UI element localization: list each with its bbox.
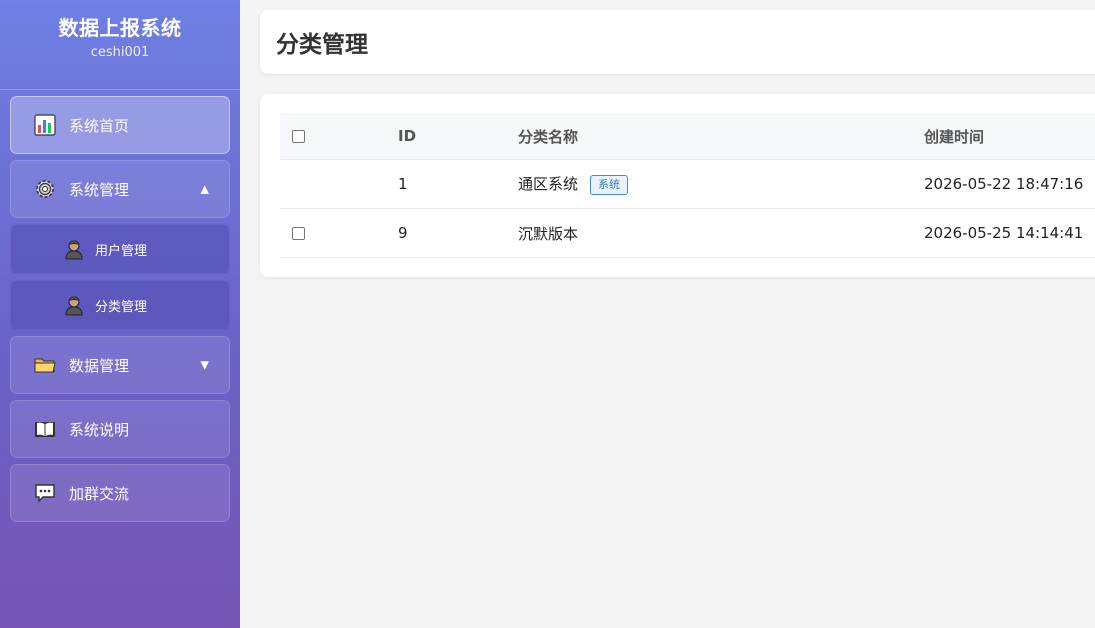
row-name: 通区系统: [518, 175, 579, 194]
user-icon: [63, 294, 85, 316]
sidebar-item-label: 系统首页: [69, 116, 130, 135]
brand: 数据上报系统 ceshi001: [0, 0, 240, 90]
system-tag-badge: 系统: [590, 174, 629, 195]
row-id: 9: [398, 208, 518, 258]
row-checkbox[interactable]: [292, 227, 305, 240]
row-id: 1: [398, 159, 518, 209]
sidebar-item-user-management[interactable]: 用户管理: [10, 224, 230, 274]
user-icon: [63, 238, 85, 260]
row-created: 2026-05-25 14:14:41: [924, 208, 1095, 258]
sidebar-item-label: 数据管理: [69, 356, 130, 375]
chevron-down-icon: ▼: [200, 358, 209, 372]
sidebar-item-label: 分类管理: [95, 299, 148, 315]
select-all-checkbox[interactable]: [292, 130, 305, 143]
column-header-name[interactable]: 分类名称: [518, 113, 924, 160]
book-icon: [33, 417, 57, 441]
app-title: 数据上报系统: [58, 16, 182, 40]
sidebar-menu: 系统首页 系统管理 ▲ 用户管理 分类管理 数据管理 ▼ 系统说明 加群交流: [10, 96, 230, 528]
select-all-header: [280, 113, 398, 160]
row-select-cell: [280, 159, 398, 209]
page-title: 分类管理: [276, 32, 368, 58]
column-header-created[interactable]: 创建时间: [924, 113, 1095, 160]
bar-chart-icon: [33, 113, 57, 137]
sidebar: 数据上报系统 ceshi001 系统首页 系统管理 ▲ 用户管理 分类管理 数据…: [0, 0, 240, 628]
table-card: ID 分类名称 创建时间 1 通区系统 系统 2026-05-22 18:47:1…: [260, 94, 1095, 277]
sidebar-item-system-management[interactable]: 系统管理 ▲: [10, 160, 230, 218]
category-table: ID 分类名称 创建时间 1 通区系统 系统 2026-05-22 18:47:1…: [280, 113, 1095, 258]
row-name-cell: 通区系统 系统: [518, 159, 924, 209]
main-content: 分类管理 ID 分类名称 创建时间 1 通区系统 系统 2026-05-22 1…: [240, 0, 1095, 628]
page-header: 分类管理: [260, 10, 1095, 74]
sidebar-item-label: 用户管理: [95, 243, 148, 259]
sidebar-item-home[interactable]: 系统首页: [10, 96, 230, 154]
sidebar-item-label: 系统说明: [69, 420, 130, 439]
speech-bubble-icon: [33, 481, 57, 505]
row-select-cell: [280, 208, 398, 258]
gear-icon: [33, 177, 57, 201]
table-row[interactable]: 1 通区系统 系统 2026-05-22 18:47:16: [280, 159, 1095, 209]
sidebar-item-category-management[interactable]: 分类管理: [10, 280, 230, 330]
sidebar-item-data-management[interactable]: 数据管理 ▼: [10, 336, 230, 394]
column-header-id[interactable]: ID: [398, 113, 518, 160]
row-name: 沉默版本: [518, 208, 924, 258]
folder-icon: [33, 353, 57, 377]
sidebar-item-system-docs[interactable]: 系统说明: [10, 400, 230, 458]
table-row[interactable]: 9 沉默版本 2026-05-25 14:14:41: [280, 208, 1095, 258]
table-header-row: ID 分类名称 创建时间: [280, 113, 1095, 160]
sidebar-item-label: 系统管理: [69, 180, 130, 199]
current-user: ceshi001: [90, 45, 150, 60]
sidebar-item-join-group[interactable]: 加群交流: [10, 464, 230, 522]
chevron-up-icon: ▲: [200, 182, 209, 196]
sidebar-item-label: 加群交流: [69, 484, 130, 503]
row-created: 2026-05-22 18:47:16: [924, 159, 1095, 209]
